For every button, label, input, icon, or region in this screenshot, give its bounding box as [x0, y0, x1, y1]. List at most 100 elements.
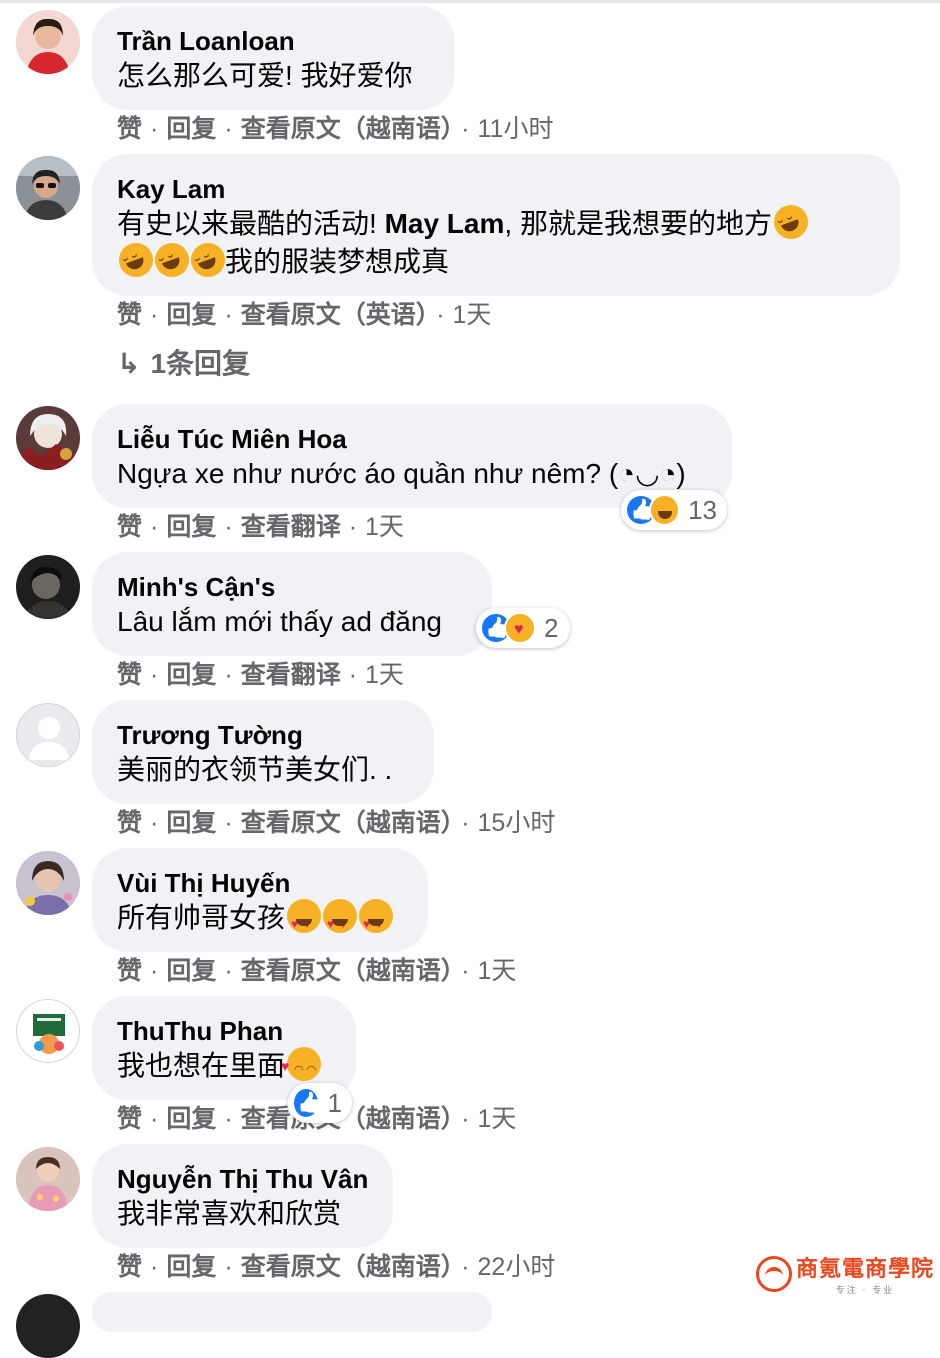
- watermark-subtext: 专注 · 专业: [835, 1286, 895, 1296]
- comment-actions: 赞 · 回复 · 查看原文（英语） · 1天: [117, 301, 492, 329]
- reply-link[interactable]: 回复: [166, 661, 216, 689]
- avatar[interactable]: [16, 406, 80, 470]
- translate-link[interactable]: 查看原文（越南语）: [241, 1253, 454, 1281]
- comment-author[interactable]: Liễu Túc Miên Hoa: [117, 423, 707, 455]
- comment-bubble: Minh's Cận's Lâu lắm mới thấy ad đăng: [92, 552, 492, 656]
- reaction-summary[interactable]: 2: [476, 608, 570, 648]
- timestamp[interactable]: 1天: [478, 957, 517, 985]
- avatar-green-logo-icon: [17, 1000, 79, 1062]
- comment-bubble: Kay Lam 有史以来最酷的活动! May Lam, 那就是我想要的地方 我的…: [92, 154, 900, 296]
- like-icon: [292, 1087, 320, 1119]
- comment-author[interactable]: Vùi Thị Huyến: [117, 867, 403, 899]
- comment-text: 我也想在里面: [117, 1047, 331, 1089]
- reply-link[interactable]: 回复: [166, 115, 216, 143]
- avatar-dark-portrait-icon: [16, 555, 80, 619]
- mention-link[interactable]: May Lam: [385, 208, 505, 239]
- comment-text: 怎么那么可爱! 我好爱你: [117, 60, 413, 91]
- avatar[interactable]: [16, 555, 80, 619]
- heart-eyes-emoji-icon: [359, 899, 394, 943]
- timestamp[interactable]: 1天: [478, 1105, 517, 1133]
- smiling-face-hearts-emoji-icon: [281, 1047, 322, 1089]
- rofl-emoji-icon: [773, 205, 808, 239]
- heart-eyes-emoji-icon: [287, 899, 322, 943]
- like-link[interactable]: 赞: [117, 513, 142, 541]
- comment-text: Lâu lắm mới thấy ad đăng: [117, 606, 442, 637]
- comment-author[interactable]: Kay Lam: [117, 173, 875, 205]
- comment-actions: 赞 · 回复 · 查看原文（越南语） · 1天: [117, 957, 517, 985]
- heart-eyes-emoji-icon: [323, 899, 358, 943]
- care-icon: [504, 612, 536, 644]
- translate-link[interactable]: 查看原文（越南语）: [241, 809, 454, 837]
- avatar-child-pink-dress-icon: [16, 1147, 80, 1211]
- watermark-logo: 商氪電商學院 专注 · 专业: [755, 1251, 934, 1296]
- reaction-count: 1: [327, 1087, 342, 1118]
- reaction-summary[interactable]: 1: [288, 1083, 352, 1123]
- comment-bubble: Trần Loanloan 怎么那么可爱! 我好爱你: [92, 6, 455, 110]
- reaction-summary[interactable]: 13: [621, 490, 727, 530]
- avatar-girl-photo-icon: [16, 851, 80, 915]
- like-link[interactable]: 赞: [117, 809, 142, 837]
- next-comment-avatar-partial: [16, 1294, 80, 1358]
- rofl-emoji-icon: [191, 243, 225, 277]
- like-link[interactable]: 赞: [117, 301, 142, 329]
- comment-author[interactable]: Trương Tường: [117, 719, 409, 751]
- comment-bubble: Nguyễn Thị Thu Vân 我非常喜欢和欣赏: [92, 1144, 393, 1248]
- comment-text: 我非常喜欢和欣赏: [117, 1198, 342, 1229]
- comment-text: 所有帅哥女孩: [117, 899, 403, 943]
- comment-actions: 赞 · 回复 · 查看原文（越南语） · 22小时: [117, 1253, 556, 1281]
- reply-link[interactable]: 回复: [166, 1253, 216, 1281]
- comment-author[interactable]: ThuThu Phan: [117, 1015, 331, 1047]
- avatar[interactable]: [16, 156, 80, 220]
- rofl-emoji-icon: [119, 243, 153, 277]
- avatar-woman-sunglasses-icon: [16, 156, 80, 220]
- comment-bubble: Trương Tường 美丽的衣领节美女们. .: [92, 700, 434, 804]
- timestamp[interactable]: 22小时: [478, 1253, 556, 1281]
- default-avatar-icon: [17, 704, 79, 766]
- like-link[interactable]: 赞: [117, 661, 142, 689]
- timestamp[interactable]: 15小时: [478, 809, 556, 837]
- avatar[interactable]: [16, 1147, 80, 1211]
- comment-author[interactable]: Trần Loanloan: [117, 25, 430, 57]
- timestamp[interactable]: 1天: [365, 661, 404, 689]
- like-link[interactable]: 赞: [117, 1105, 142, 1133]
- reply-link[interactable]: 回复: [166, 957, 216, 985]
- next-comment-bubble-partial: [92, 1292, 492, 1332]
- reply-arrow-icon: ↳: [117, 348, 141, 379]
- comment-actions: 赞 · 回复 · 查看原文（越南语） · 15小时: [117, 809, 556, 837]
- comment-author[interactable]: Nguyễn Thị Thu Vân: [117, 1163, 368, 1195]
- watermark-emblem-icon: [755, 1255, 792, 1292]
- reply-link[interactable]: 回复: [166, 513, 216, 541]
- top-divider: [0, 0, 940, 3]
- avatar[interactable]: [16, 999, 80, 1063]
- translate-link[interactable]: 查看原文（英语）: [241, 301, 429, 329]
- comment-actions: 赞 · 回复 · 查看翻译 · 1天: [117, 513, 404, 541]
- like-link[interactable]: 赞: [117, 957, 142, 985]
- reaction-count: 2: [544, 612, 559, 643]
- translate-link[interactable]: 查看翻译: [241, 661, 341, 689]
- avatar[interactable]: [16, 10, 80, 74]
- timestamp[interactable]: 1天: [453, 301, 492, 329]
- comment-text-line2: 我的服装梦想成真: [117, 243, 875, 281]
- avatar-woman-icon: [16, 10, 80, 74]
- comment-bubble: Vùi Thị Huyến 所有帅哥女孩: [92, 848, 428, 952]
- comment-text: 美丽的衣领节美女们. .: [117, 754, 393, 785]
- timestamp[interactable]: 11小时: [478, 115, 554, 143]
- avatar[interactable]: [16, 851, 80, 915]
- avatar-anime-art-icon: [16, 406, 80, 470]
- translate-link[interactable]: 查看原文（越南语）: [241, 115, 454, 143]
- comment-text: Ngựa xe như nước áo quần như nêm? (◔◡◔): [117, 458, 686, 489]
- translate-link[interactable]: 查看翻译: [241, 513, 341, 541]
- reply-link[interactable]: 回复: [166, 301, 216, 329]
- like-link[interactable]: 赞: [117, 115, 142, 143]
- comment-text: 有史以来最酷的活动! May Lam, 那就是我想要的地方: [117, 205, 875, 243]
- timestamp[interactable]: 1天: [365, 513, 404, 541]
- reply-link[interactable]: 回复: [166, 1105, 216, 1133]
- rofl-emoji-icon: [155, 243, 189, 277]
- reply-link[interactable]: 回复: [166, 809, 216, 837]
- like-link[interactable]: 赞: [117, 1253, 142, 1281]
- view-replies-link[interactable]: ↳ 1条回复: [117, 346, 250, 382]
- avatar[interactable]: [16, 703, 80, 767]
- watermark-text: 商氪電商學院: [795, 1256, 934, 1282]
- translate-link[interactable]: 查看原文（越南语）: [241, 957, 454, 985]
- comment-author[interactable]: Minh's Cận's: [117, 571, 467, 603]
